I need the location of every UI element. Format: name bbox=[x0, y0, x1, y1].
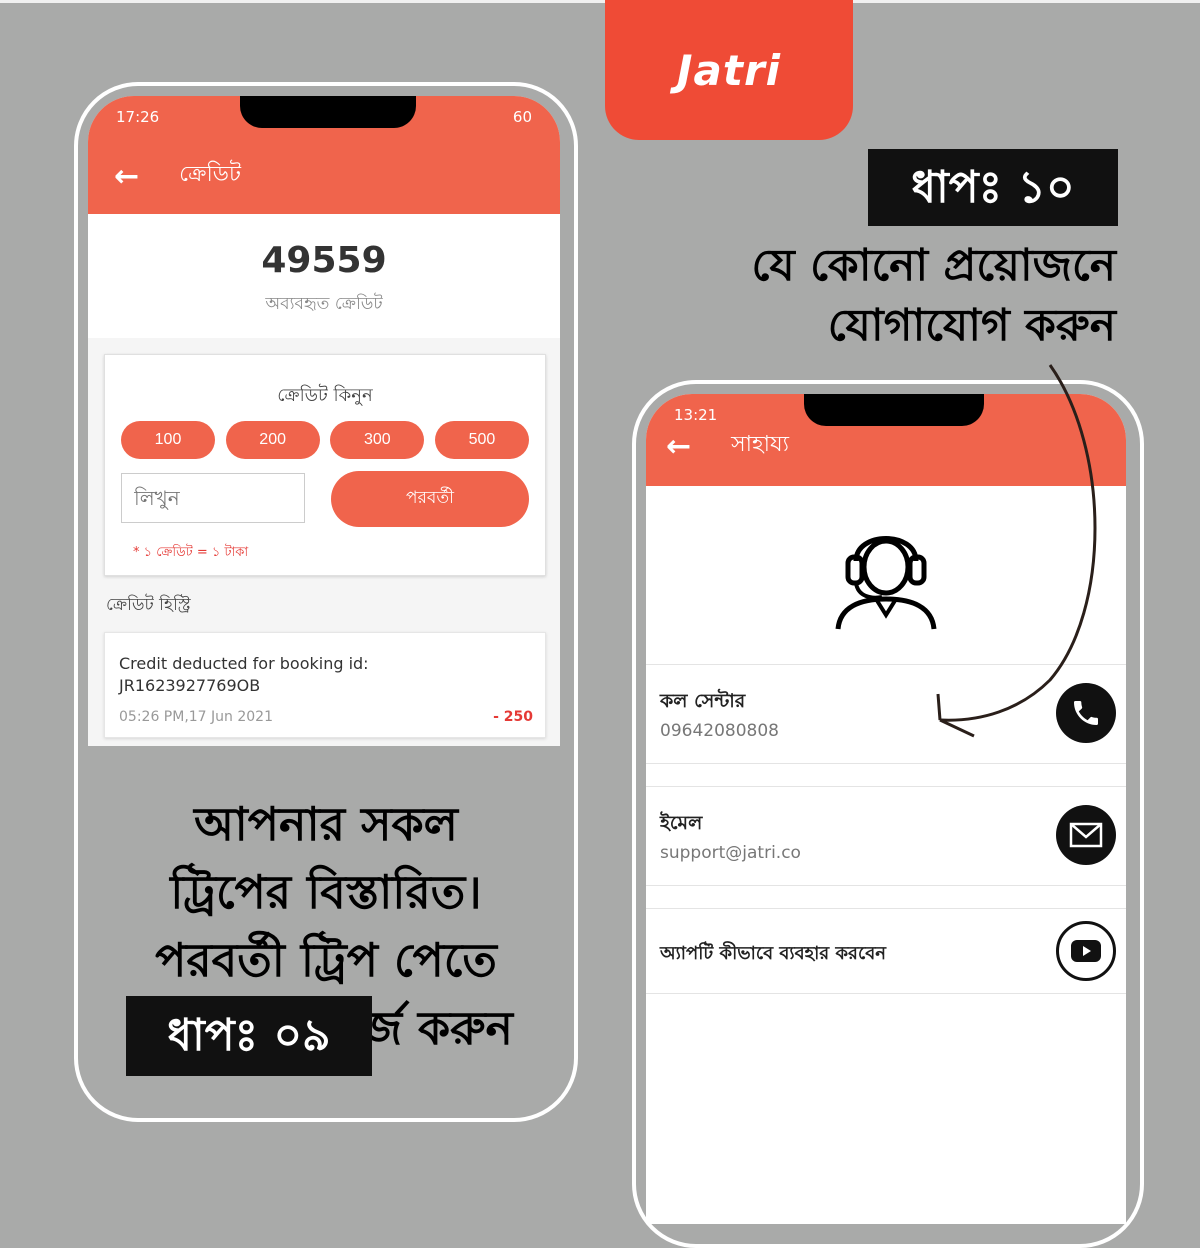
email-row[interactable]: ইমেল support@jatri.co bbox=[646, 786, 1126, 886]
contact-value: 09642080808 bbox=[660, 721, 779, 741]
transaction-card[interactable]: Credit deducted for booking id: JR162392… bbox=[104, 632, 546, 738]
left-caption-line: পরবর্তী ট্রিপ পেতে bbox=[155, 933, 497, 987]
amount-200-button[interactable]: 200 bbox=[225, 421, 320, 459]
phone-left: ← ক্রেডিট 17:26 60 49559 অব্যবহৃত ক্রেডি… bbox=[74, 82, 578, 1122]
left-caption-line: ট্রিপের বিস্তারিত। bbox=[170, 865, 482, 919]
credit-screen: ← ক্রেডিট 17:26 60 49559 অব্যবহৃত ক্রেডি… bbox=[88, 96, 560, 746]
left-caption-line: আপনার সকল bbox=[194, 797, 458, 851]
status-time: 17:26 bbox=[116, 108, 160, 126]
status-time: 13:21 bbox=[674, 406, 718, 424]
amount-options: 100 200 300 500 bbox=[121, 421, 529, 459]
contact-value: support@jatri.co bbox=[660, 843, 801, 863]
amount-100-button[interactable]: 100 bbox=[121, 421, 215, 459]
buy-credit-title: ক্রেডিট কিনুন bbox=[277, 385, 373, 406]
right-caption-line: যে কোনো প্রয়োজনে bbox=[751, 240, 1116, 291]
how-to-use-row[interactable]: অ্যাপটি কীভাবে ব্যবহার করবেন bbox=[646, 908, 1126, 994]
youtube-icon[interactable] bbox=[1056, 921, 1116, 981]
jatri-logo: Jatri bbox=[605, 0, 853, 140]
right-caption-line: যোগাযোগ করুন bbox=[827, 300, 1116, 351]
pointer-arrow-icon bbox=[936, 364, 1097, 738]
camera-notch bbox=[240, 96, 416, 128]
contact-label: অ্যাপটি কীভাবে ব্যবহার করবেন bbox=[660, 943, 886, 964]
credit-history-title: ক্রেডিট হিস্ট্রি bbox=[106, 595, 191, 615]
buy-credit-card: ক্রেডিট কিনুন 100 200 300 500 পরবর্তী * … bbox=[104, 354, 546, 576]
transaction-date: 05:26 PM,17 Jun 2021 bbox=[119, 709, 273, 725]
amount-500-button[interactable]: 500 bbox=[434, 421, 529, 459]
back-arrow-icon[interactable]: ← bbox=[666, 429, 691, 464]
top-border bbox=[0, 0, 1200, 3]
transaction-amount: - 250 bbox=[493, 709, 533, 725]
credit-balance-panel: 49559 অব্যবহৃত ক্রেডিট bbox=[88, 214, 560, 338]
credit-amount-input[interactable] bbox=[121, 473, 305, 523]
logo-text: Jatri bbox=[676, 45, 782, 95]
amount-300-button[interactable]: 300 bbox=[330, 421, 425, 459]
contact-label: কল সেন্টার bbox=[660, 690, 746, 712]
rate-note: * ১ ক্রেডিট = ১ টাকা bbox=[133, 545, 249, 560]
mail-icon[interactable] bbox=[1056, 805, 1116, 865]
step-9-badge: ধাপঃ ০৯ bbox=[126, 996, 372, 1076]
contact-label: ইমেল bbox=[660, 812, 703, 834]
page-title: সাহায্য bbox=[731, 432, 790, 457]
credit-balance-label: অব্যবহৃত ক্রেডিট bbox=[265, 294, 383, 314]
credit-balance-value: 49559 bbox=[261, 240, 387, 281]
back-arrow-icon[interactable]: ← bbox=[114, 159, 139, 194]
next-button[interactable]: পরবর্তী bbox=[331, 471, 529, 527]
right-caption: যে কোনো প্রয়োজনে যোগাযোগ করুন bbox=[752, 236, 1116, 356]
transaction-description: Credit deducted for booking id: JR162392… bbox=[119, 654, 369, 695]
status-battery: 60 bbox=[512, 108, 532, 126]
step-10-badge: ধাপঃ ১০ bbox=[868, 149, 1118, 226]
page-title: ক্রেডিট bbox=[179, 162, 241, 187]
